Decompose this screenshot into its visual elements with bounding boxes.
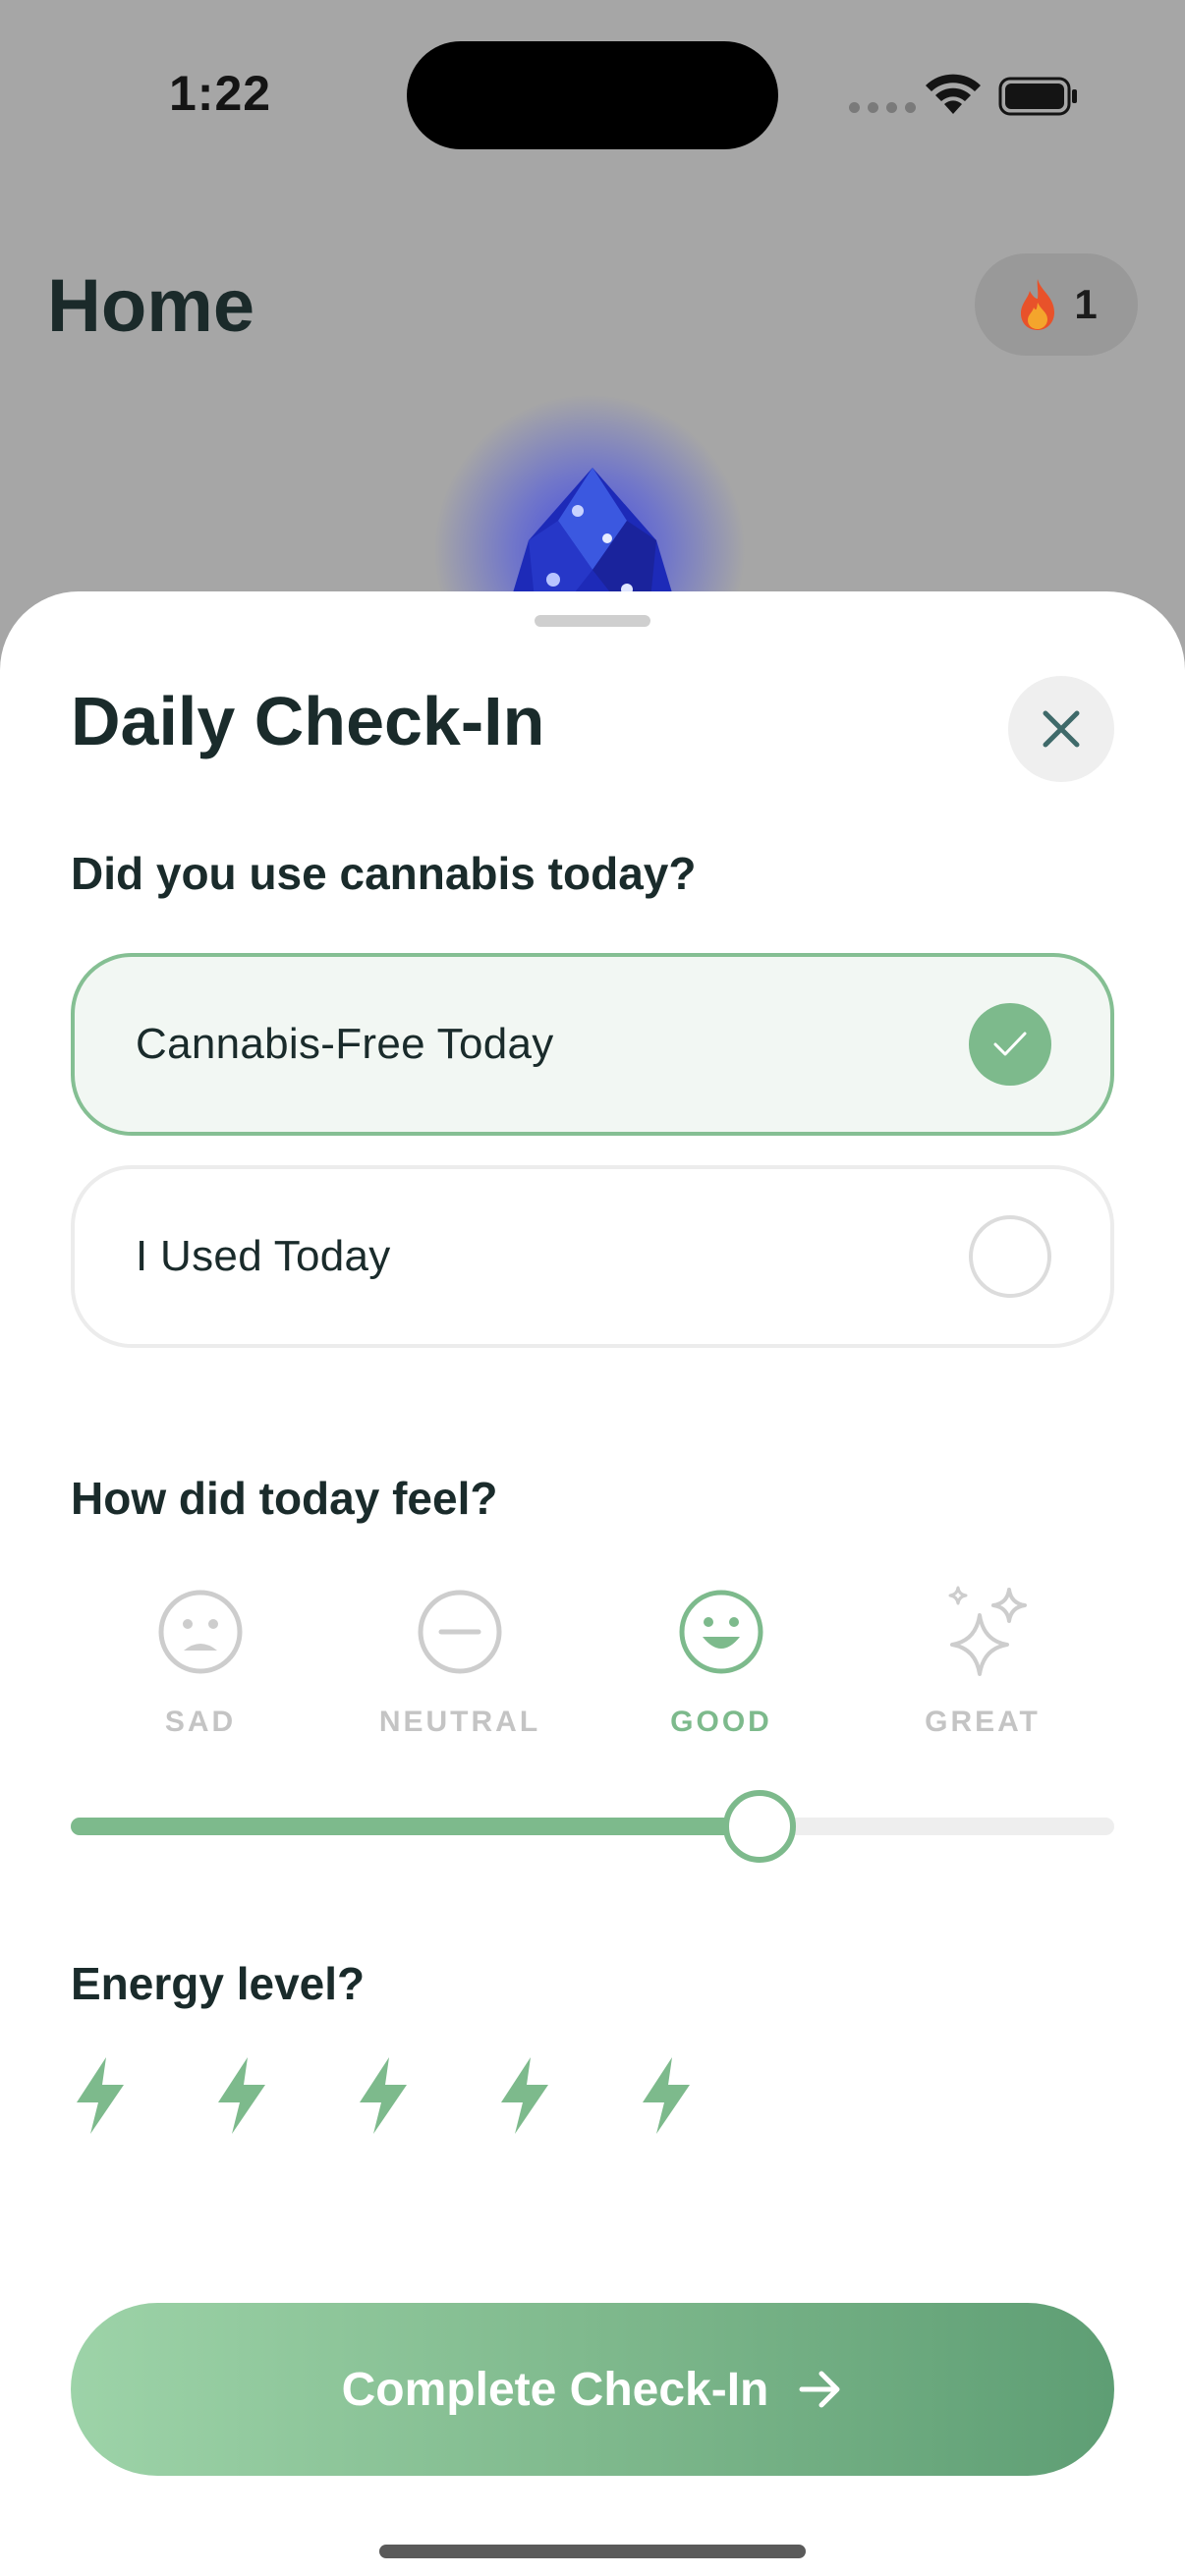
screen: 1:22 Home 1 Daily Check-In Did you use c…: [0, 0, 1185, 2576]
option-label: Cannabis-Free Today: [136, 1020, 554, 1068]
mood-good[interactable]: GOOD: [613, 1586, 829, 1739]
status-time: 1:22: [169, 66, 272, 121]
mood-label: GREAT: [925, 1706, 1041, 1738]
sheet-grabber[interactable]: [535, 615, 650, 627]
complete-check-in-button[interactable]: Complete Check-In: [71, 2303, 1114, 2476]
page-title: Home: [47, 264, 255, 348]
lightning-icon[interactable]: [637, 2055, 696, 2136]
option-label: I Used Today: [136, 1232, 391, 1280]
neutral-face-icon: [418, 1590, 502, 1674]
arrow-right-icon: [799, 2371, 840, 2408]
lightning-icon[interactable]: [71, 2055, 130, 2136]
close-icon: [1043, 710, 1080, 748]
option-cannabis-free[interactable]: Cannabis-Free Today: [71, 953, 1114, 1136]
sad-face-icon: [158, 1590, 243, 1674]
streak-count: 1: [1074, 281, 1098, 327]
mood-label: SAD: [164, 1706, 237, 1738]
dynamic-island: [407, 41, 778, 149]
slider-fill: [71, 1818, 760, 1835]
option-used-today[interactable]: I Used Today: [71, 1165, 1114, 1348]
battery-icon: [998, 77, 1077, 116]
wifi-icon: [926, 74, 981, 114]
mood-question: How did today feel?: [71, 1473, 498, 1524]
lightning-icon[interactable]: [495, 2055, 554, 2136]
mood-label: GOOD: [670, 1706, 772, 1738]
mood-neutral[interactable]: NEUTRAL: [352, 1586, 568, 1739]
mood-sad[interactable]: SAD: [92, 1586, 309, 1739]
flame-icon: [1021, 279, 1055, 330]
cellular-signal-icon: [849, 102, 916, 113]
lightning-icon[interactable]: [212, 2055, 271, 2136]
sparkles-icon: [948, 1586, 1027, 1676]
usage-question: Did you use cannabis today?: [71, 848, 697, 899]
streak-badge[interactable]: 1: [975, 253, 1138, 356]
mood-great[interactable]: GREAT: [875, 1586, 1091, 1739]
happy-face-icon: [679, 1590, 763, 1674]
submit-label: Complete Check-In: [341, 2363, 769, 2416]
check-in-sheet: Daily Check-In Did you use cannabis toda…: [0, 591, 1185, 2576]
close-button[interactable]: [1008, 676, 1114, 782]
checkmark-circle-icon: [969, 1003, 1051, 1086]
slider-thumb[interactable]: [722, 1790, 796, 1863]
energy-rating[interactable]: [71, 2055, 696, 2136]
energy-question: Energy level?: [71, 1958, 366, 2009]
mood-slider[interactable]: [71, 1790, 1114, 1863]
sheet-title: Daily Check-In: [71, 683, 545, 759]
lightning-icon[interactable]: [354, 2055, 413, 2136]
radio-empty-icon: [969, 1215, 1051, 1298]
mood-label: NEUTRAL: [378, 1706, 541, 1738]
home-indicator[interactable]: [379, 2545, 806, 2558]
